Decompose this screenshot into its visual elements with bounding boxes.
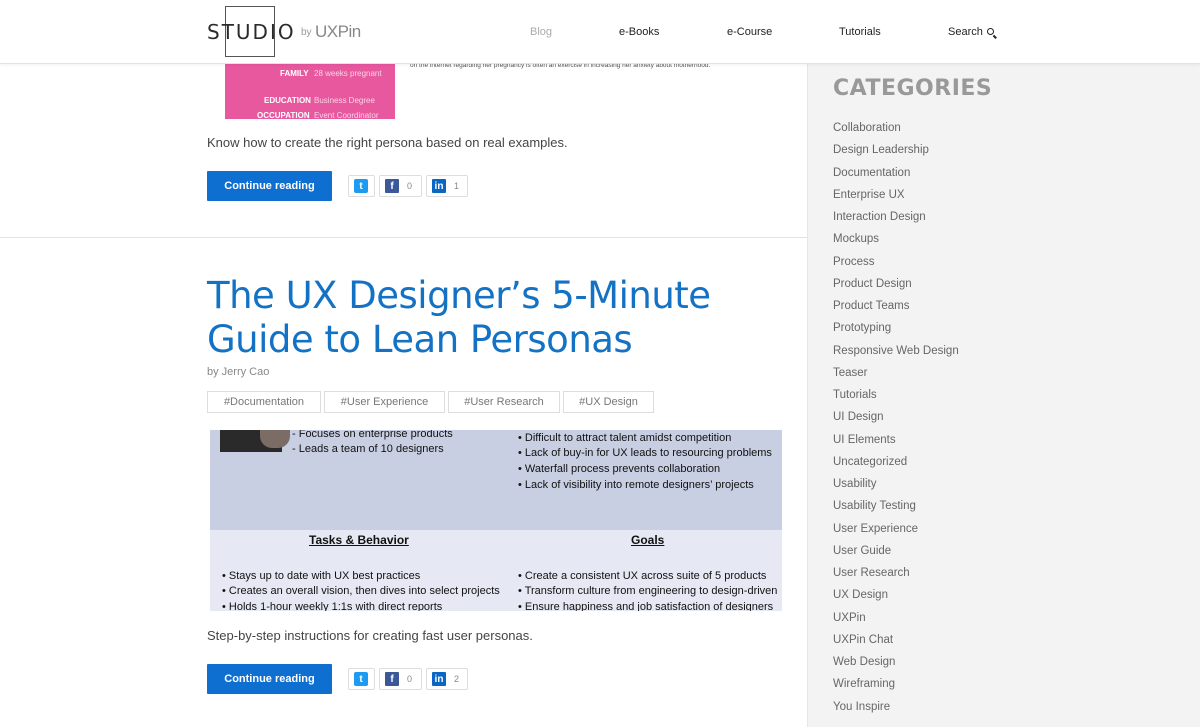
category-link[interactable]: Process	[833, 256, 875, 268]
category-link[interactable]: Uncategorized	[833, 456, 907, 468]
category-link[interactable]: Documentation	[833, 167, 910, 179]
category-link[interactable]: Usability	[833, 478, 876, 490]
linkedin-icon: in	[432, 179, 446, 193]
category-link[interactable]: UI Design	[833, 411, 884, 423]
site-header: STUDIO by UXPin Blog e-Books e-Course Tu…	[0, 0, 1200, 64]
twitter-icon: t	[354, 672, 368, 686]
post1-continue-button[interactable]: Continue reading	[207, 171, 332, 201]
tag-user-experience[interactable]: #User Experience	[324, 391, 445, 413]
facebook-count: 0	[407, 181, 413, 191]
linkedin-count: 1	[454, 181, 460, 191]
category-link[interactable]: Design Leadership	[833, 144, 929, 156]
persona-line: • Ensure happiness and job satisfaction …	[518, 601, 774, 611]
category-link[interactable]: Enterprise UX	[833, 189, 905, 201]
category-link[interactable]: Collaboration	[833, 122, 901, 134]
search-icon	[986, 28, 994, 35]
category-link[interactable]: Teaser	[833, 367, 868, 379]
facebook-icon: f	[385, 672, 399, 686]
post1-excerpt: Know how to create the right persona bas…	[207, 135, 568, 150]
persona-line: • Creates an overall vision, then dives …	[222, 585, 500, 597]
nav-ecourse[interactable]: e-Course	[727, 26, 772, 38]
persona-line: • Holds 1-hour weekly 1:1s with direct r…	[222, 601, 443, 611]
nav-blog[interactable]: Blog	[530, 26, 552, 38]
category-link[interactable]: Responsive Web Design	[833, 345, 959, 357]
category-link[interactable]: UX Design	[833, 589, 888, 601]
post1-image[interactable]: FAMILY 28 weeks pregnant EDUCATION Busin…	[225, 64, 395, 119]
persona-line: • Transform culture from engineering to …	[518, 585, 778, 597]
logo-uxpin[interactable]: UXPin	[315, 22, 361, 42]
category-link[interactable]: Tutorials	[833, 389, 877, 401]
category-link[interactable]: User Experience	[833, 523, 918, 535]
persona-line: • Difficult to attract talent amidst com…	[518, 432, 732, 444]
logo-by: by	[301, 27, 312, 38]
nav-ebooks[interactable]: e-Books	[619, 26, 659, 38]
tag-user-research[interactable]: #User Research	[448, 391, 560, 413]
persona-row-value: Business Degree	[314, 96, 375, 105]
category-link[interactable]: Usability Testing	[833, 500, 916, 512]
tag-ux-design[interactable]: #UX Design	[563, 391, 654, 413]
persona-line: - Focuses on enterprise products	[292, 430, 453, 440]
category-link[interactable]: Product Teams	[833, 300, 910, 312]
persona-line: • Lack of visibility into remote designe…	[518, 479, 754, 491]
persona-row-label: OCCUPATION	[257, 111, 310, 119]
persona-row-label: FAMILY	[280, 69, 309, 78]
post1-facebook-share[interactable]: f 0	[379, 175, 422, 197]
post1-twitter-share[interactable]: t	[348, 175, 375, 197]
persona-tasks-heading: Tasks & Behavior	[309, 533, 409, 547]
persona-row-value: Event Coordinator	[314, 111, 379, 119]
post2-image[interactable]: - Focuses on enterprise products - Leads…	[210, 430, 782, 611]
post2-facebook-share[interactable]: f 0	[379, 668, 422, 690]
facebook-count: 0	[407, 674, 413, 684]
category-link[interactable]: Prototyping	[833, 322, 891, 334]
post2-title[interactable]: The UX Designer’s 5-Minute Guide to Lean…	[207, 274, 767, 362]
category-link[interactable]: Interaction Design	[833, 211, 926, 223]
persona-line: - Leads a team of 10 designers	[292, 443, 444, 455]
facebook-icon: f	[385, 179, 399, 193]
post2-excerpt: Step-by-step instructions for creating f…	[207, 628, 533, 643]
persona-line: • Create a consistent UX across suite of…	[518, 570, 767, 582]
category-link[interactable]: UXPin	[833, 612, 866, 624]
persona-photo	[220, 430, 290, 452]
category-link[interactable]: Mockups	[833, 233, 879, 245]
nav-search[interactable]: Search	[948, 26, 994, 38]
persona-row-label: EDUCATION	[264, 96, 311, 105]
categories-title: CATEGORIES	[833, 76, 993, 101]
nav-search-label: Search	[948, 26, 983, 38]
twitter-icon: t	[354, 179, 368, 193]
linkedin-icon: in	[432, 672, 446, 686]
category-link[interactable]: UXPin Chat	[833, 634, 893, 646]
category-link[interactable]: You Inspire	[833, 701, 890, 713]
persona-line: • Waterfall process prevents collaborati…	[518, 463, 721, 475]
post-divider	[0, 237, 807, 238]
post2-continue-button[interactable]: Continue reading	[207, 664, 332, 694]
persona-row-value: 28 weeks pregnant	[314, 69, 382, 78]
persona-line: • Lack of buy-in for UX leads to resourc…	[518, 447, 772, 459]
logo-studio[interactable]: STUDIO	[207, 20, 296, 44]
category-link[interactable]: Wireframing	[833, 678, 895, 690]
category-link[interactable]: User Research	[833, 567, 910, 579]
sidebar-background	[807, 0, 1200, 727]
category-link[interactable]: Product Design	[833, 278, 912, 290]
persona-face	[260, 430, 290, 448]
post2-twitter-share[interactable]: t	[348, 668, 375, 690]
tag-documentation[interactable]: #Documentation	[207, 391, 321, 413]
category-link[interactable]: UI Elements	[833, 434, 896, 446]
linkedin-count: 2	[454, 674, 460, 684]
persona-line: • Stays up to date with UX best practice…	[222, 570, 421, 582]
category-link[interactable]: Web Design	[833, 656, 895, 668]
post2-byline[interactable]: by Jerry Cao	[207, 366, 269, 378]
nav-tutorials[interactable]: Tutorials	[839, 26, 881, 38]
category-link[interactable]: User Guide	[833, 545, 891, 557]
post2-linkedin-share[interactable]: in 2	[426, 668, 468, 690]
post1-linkedin-share[interactable]: in 1	[426, 175, 468, 197]
persona-goals-heading: Goals	[631, 533, 665, 547]
